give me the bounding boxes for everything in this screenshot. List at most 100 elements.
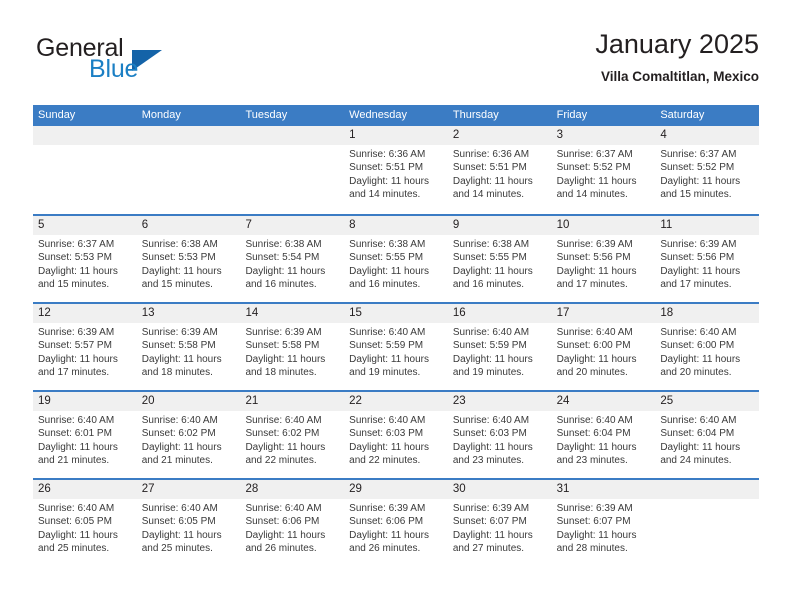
sunrise-text: Sunrise: 6:39 AM: [141, 327, 218, 338]
week-date-band: 19 20 21 22 23 24 25: [33, 392, 759, 411]
daylight-text-line2: and 14 minutes.: [556, 189, 628, 201]
sunrise-text: Sunrise: 6:40 AM: [245, 503, 322, 514]
day-number[interactable]: 17: [552, 304, 656, 323]
weekday-header-saturday: Saturday: [660, 109, 705, 121]
day-number[interactable]: 27: [137, 480, 241, 499]
day-number[interactable]: 22: [344, 392, 448, 411]
day-cell[interactable]: Sunrise: 6:39 AM Sunset: 5:58 PM Daylight:…: [137, 323, 241, 390]
day-number[interactable]: 6: [137, 216, 241, 235]
day-number[interactable]: 25: [655, 392, 759, 411]
day-cell[interactable]: Sunrise: 6:37 AM Sunset: 5:52 PM Daylight:…: [552, 145, 656, 212]
daylight-text-line2: and 26 minutes.: [349, 543, 421, 555]
day-number[interactable]: 15: [344, 304, 448, 323]
sunrise-text: Sunrise: 6:39 AM: [452, 503, 530, 514]
day-number[interactable]: 21: [240, 392, 344, 411]
weekday-header-thursday: Thursday: [452, 109, 499, 121]
day-number[interactable]: 14: [240, 304, 344, 323]
day-number[interactable]: 9: [448, 216, 552, 235]
day-number[interactable]: 23: [448, 392, 552, 411]
day-number[interactable]: 26: [33, 480, 137, 499]
day-number[interactable]: 28: [240, 480, 344, 499]
day-number[interactable]: 19: [33, 392, 137, 411]
day-number[interactable]: 1: [344, 126, 448, 145]
day-number[interactable]: 2: [448, 126, 552, 145]
brand-name-blue: Blue: [89, 55, 139, 83]
day-cell[interactable]: Sunrise: 6:37 AM Sunset: 5:53 PM Daylight:…: [33, 235, 137, 302]
day-number-empty: [33, 126, 137, 145]
sunrise-text: Sunrise: 6:37 AM: [556, 149, 633, 160]
day-number[interactable]: 10: [552, 216, 656, 235]
day-cell[interactable]: Sunrise: 6:40 AM Sunset: 6:02 PM Daylight:…: [240, 411, 344, 478]
day-number[interactable]: 11: [655, 216, 759, 235]
daylight-text-line1: Daylight: 11 hours: [349, 353, 430, 365]
weekday-header-row: Sunday Monday Tuesday Wednesday Thursday…: [33, 105, 759, 126]
daylight-text-line2: and 23 minutes.: [556, 455, 628, 467]
weekday-header-friday: Friday: [556, 109, 588, 121]
day-number[interactable]: 18: [655, 304, 759, 323]
daylight-text-line1: Daylight: 11 hours: [38, 265, 118, 277]
day-cell[interactable]: Sunrise: 6:40 AM Sunset: 6:06 PM Daylight:…: [240, 499, 344, 566]
day-number[interactable]: 31: [552, 480, 656, 499]
sunset-text: Sunset: 6:06 PM: [245, 516, 320, 528]
day-number[interactable]: 30: [448, 480, 552, 499]
daylight-text-line2: and 23 minutes.: [452, 455, 525, 467]
daylight-text-line1: Daylight: 11 hours: [556, 353, 637, 365]
sunrise-text: Sunrise: 6:39 AM: [349, 503, 426, 514]
day-cell[interactable]: Sunrise: 6:36 AM Sunset: 5:51 PM Daylight:…: [344, 145, 448, 212]
day-number[interactable]: 12: [33, 304, 137, 323]
weekday-header-sunday: Sunday: [38, 109, 76, 121]
day-cell[interactable]: Sunrise: 6:39 AM Sunset: 6:06 PM Daylight:…: [344, 499, 448, 566]
sunset-text: Sunset: 5:55 PM: [349, 252, 424, 264]
day-number[interactable]: 3: [552, 126, 656, 145]
day-number[interactable]: 16: [448, 304, 552, 323]
day-cell[interactable]: Sunrise: 6:40 AM Sunset: 6:04 PM Daylight:…: [655, 411, 759, 478]
daylight-text-line1: Daylight: 11 hours: [245, 353, 326, 365]
day-cell[interactable]: Sunrise: 6:38 AM Sunset: 5:55 PM Daylight:…: [344, 235, 448, 302]
day-cell[interactable]: Sunrise: 6:40 AM Sunset: 6:02 PM Daylight:…: [137, 411, 241, 478]
calendar-page: General Blue January 2025 Villa Comaltit…: [0, 0, 792, 612]
day-cell-empty: [33, 145, 137, 212]
weekday-header-wednesday: Wednesday: [349, 109, 408, 121]
daylight-text-line1: Daylight: 11 hours: [38, 529, 118, 541]
daylight-text-line2: and 18 minutes.: [245, 367, 317, 379]
day-number[interactable]: 24: [552, 392, 656, 411]
day-cell[interactable]: Sunrise: 6:38 AM Sunset: 5:54 PM Daylight:…: [240, 235, 344, 302]
sunrise-text: Sunrise: 6:40 AM: [660, 327, 737, 338]
day-cell[interactable]: Sunrise: 6:40 AM Sunset: 6:05 PM Daylight:…: [33, 499, 137, 566]
daylight-text-line2: and 16 minutes.: [349, 279, 421, 291]
day-cell[interactable]: Sunrise: 6:40 AM Sunset: 6:01 PM Daylight:…: [33, 411, 137, 478]
day-number[interactable]: 4: [655, 126, 759, 145]
day-number[interactable]: 5: [33, 216, 137, 235]
brand-logo[interactable]: General Blue: [33, 36, 293, 94]
day-cell[interactable]: Sunrise: 6:40 AM Sunset: 6:05 PM Daylight:…: [137, 499, 241, 566]
day-number[interactable]: 13: [137, 304, 241, 323]
day-cell[interactable]: Sunrise: 6:37 AM Sunset: 5:52 PM Daylight:…: [655, 145, 759, 212]
sunrise-text: Sunrise: 6:40 AM: [38, 503, 115, 514]
day-cell[interactable]: Sunrise: 6:40 AM Sunset: 6:03 PM Daylight:…: [344, 411, 448, 478]
day-cell[interactable]: Sunrise: 6:40 AM Sunset: 5:59 PM Daylight:…: [344, 323, 448, 390]
sunset-text: Sunset: 6:05 PM: [141, 516, 216, 528]
day-number[interactable]: 7: [240, 216, 344, 235]
day-cell[interactable]: Sunrise: 6:40 AM Sunset: 6:00 PM Daylight:…: [655, 323, 759, 390]
day-number[interactable]: 8: [344, 216, 448, 235]
day-cell[interactable]: Sunrise: 6:38 AM Sunset: 5:53 PM Daylight:…: [137, 235, 241, 302]
day-number[interactable]: 20: [137, 392, 241, 411]
day-cell[interactable]: Sunrise: 6:39 AM Sunset: 6:07 PM Daylight:…: [552, 499, 656, 566]
day-cell[interactable]: Sunrise: 6:39 AM Sunset: 5:56 PM Daylight:…: [552, 235, 656, 302]
week-row: 12 13 14 15 16 17 18 Sunrise: 6:39 AM Sunset: 5:…: [33, 302, 759, 390]
sunrise-text: Sunrise: 6:40 AM: [245, 415, 322, 426]
sunset-text: Sunset: 5:59 PM: [452, 340, 527, 352]
day-cell[interactable]: Sunrise: 6:39 AM Sunset: 5:56 PM Daylight:…: [655, 235, 759, 302]
day-cell[interactable]: Sunrise: 6:39 AM Sunset: 5:57 PM Daylight:…: [33, 323, 137, 390]
day-cell[interactable]: Sunrise: 6:40 AM Sunset: 6:00 PM Daylight:…: [552, 323, 656, 390]
day-cell[interactable]: Sunrise: 6:39 AM Sunset: 6:07 PM Daylight:…: [448, 499, 552, 566]
day-number[interactable]: 29: [344, 480, 448, 499]
day-cell[interactable]: Sunrise: 6:39 AM Sunset: 5:58 PM Daylight:…: [240, 323, 344, 390]
day-cell[interactable]: Sunrise: 6:40 AM Sunset: 5:59 PM Daylight:…: [448, 323, 552, 390]
daylight-text-line1: Daylight: 11 hours: [245, 441, 326, 453]
day-cell[interactable]: Sunrise: 6:40 AM Sunset: 6:04 PM Daylight:…: [552, 411, 656, 478]
day-cell[interactable]: Sunrise: 6:38 AM Sunset: 5:55 PM Daylight:…: [448, 235, 552, 302]
day-cell[interactable]: Sunrise: 6:36 AM Sunset: 5:51 PM Daylight:…: [448, 145, 552, 212]
sunrise-text: Sunrise: 6:37 AM: [38, 239, 115, 250]
day-cell[interactable]: Sunrise: 6:40 AM Sunset: 6:03 PM Daylight:…: [448, 411, 552, 478]
